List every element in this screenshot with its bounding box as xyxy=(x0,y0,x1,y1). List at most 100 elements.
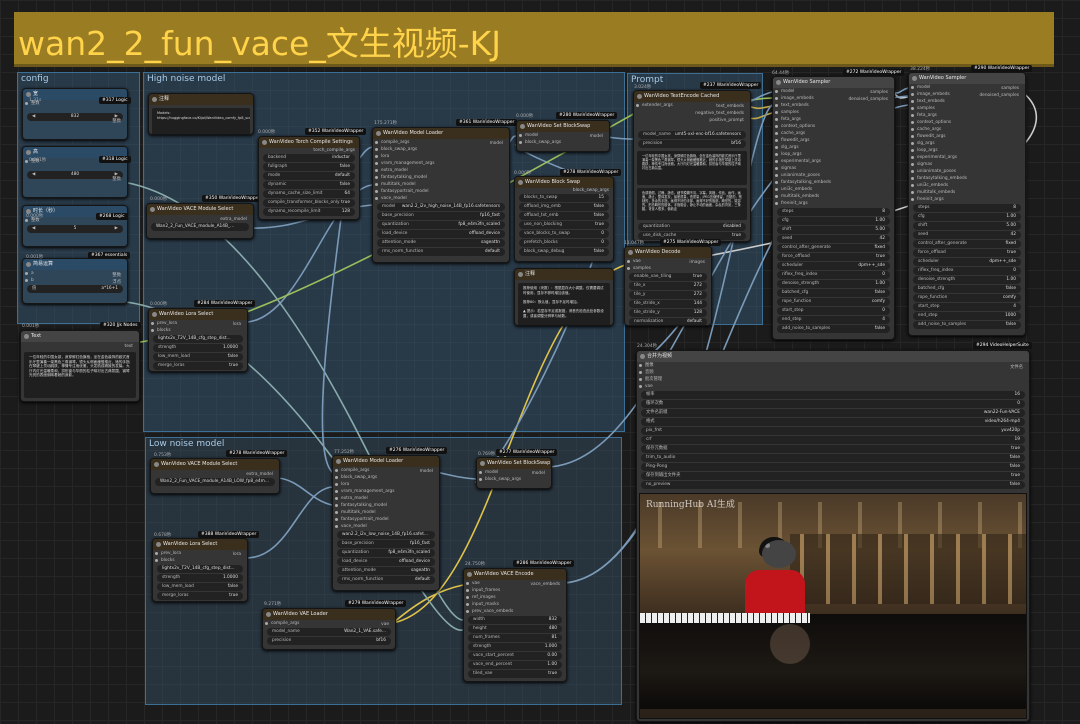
torch-dynamic[interactable]: dynamic false xyxy=(263,181,355,189)
param-trim-to-audio[interactable]: trim_to_audio false xyxy=(641,454,1025,462)
port-text-embeds[interactable]: text_embeds xyxy=(773,102,894,109)
port-input-masks[interactable]: input_masks xyxy=(464,601,566,608)
lora-lo-strength[interactable]: strength 1.0000 xyxy=(157,574,243,582)
port-image-embeds[interactable]: image_embeds xyxy=(909,91,1025,98)
setbs-lo-output[interactable]: model xyxy=(532,471,545,476)
port-freeinit-args[interactable]: freeinit_args xyxy=(773,200,894,207)
node-decode[interactable]: WanVideo Decode vae samples images enabl… xyxy=(624,246,712,326)
port-extra-model[interactable]: extra_model xyxy=(333,495,439,502)
port-model[interactable]: model xyxy=(773,88,894,95)
param-shift[interactable]: shift 5.00 xyxy=(777,226,890,234)
output-filenames[interactable]: 文件名 xyxy=(1010,364,1023,370)
height-value-field[interactable]: ◀ 480 ▶ xyxy=(27,171,123,179)
node-sampler-low[interactable]: WanVideo Sampler samples denoised_sample… xyxy=(908,72,1026,336)
port-sigmas[interactable]: sigmas xyxy=(909,161,1025,168)
param-帧率[interactable]: 帧率 16 xyxy=(641,391,1025,399)
port-fantasyportrait[interactable]: fantasyportrait_model xyxy=(333,516,439,523)
port-multitalk-embeds[interactable]: multitalk_embeds xyxy=(909,189,1025,196)
param-force-offload[interactable]: force_offload true xyxy=(913,249,1021,257)
node-note-blockswap[interactable]: 注释 推荐使用（块数）：根据显存大小调整。仅需要调试时使用，显存不够时增加该值。… xyxy=(514,268,614,326)
textenc-quant[interactable]: quantization disabled xyxy=(638,223,746,231)
port-samples[interactable]: samples xyxy=(625,265,711,272)
port-vram-args[interactable]: vram_management_args xyxy=(373,160,509,167)
lora-hi-file[interactable]: lightx2v_T2V_14B_cfg_step_dist... xyxy=(153,335,243,343)
port-block-swap-args[interactable]: block_swap_args xyxy=(373,146,509,153)
port-slg-args[interactable]: slg_args xyxy=(773,144,894,151)
port-images[interactable]: 图像 xyxy=(637,362,1029,369)
output-negative-embeds[interactable]: negative_text_embeds xyxy=(695,111,744,116)
port-context-options[interactable]: context_options xyxy=(909,119,1025,126)
param-end-step[interactable]: end_step 4 xyxy=(777,316,890,324)
port-experimental-args[interactable]: experimental_args xyxy=(773,158,894,165)
math-output-float[interactable]: 浮点 xyxy=(112,279,121,285)
loader-hi-model[interactable]: model wan2.2_i2v_high_noise_14B_fp16.safe… xyxy=(377,203,505,211)
port-loop-args[interactable]: loop_args xyxy=(909,147,1025,154)
node-text[interactable]: Text text 一位年轻的中国女孩，身穿鲜红色旗袍，坐在金色装饰的欧式音乐厅… xyxy=(20,330,140,402)
loader-lo-device[interactable]: load_device offload_device xyxy=(337,558,435,566)
note-models-body[interactable]: Models: https://huggingface.co/Kijai/Wan… xyxy=(152,108,250,134)
node-block-swap[interactable]: WanVideo Block Swap block_swap_args bloc… xyxy=(514,176,614,262)
node-simple-math[interactable]: 简易运算 a b 整数 浮点 值 a*16+1 xyxy=(22,258,128,304)
loader-lo-attn[interactable]: attention_mode sageattn xyxy=(337,567,435,575)
torch-cache-limit[interactable]: dynamo_cache_size_limit 64 xyxy=(263,190,355,198)
param-batched-cfg[interactable]: batched_cfg false xyxy=(777,289,890,297)
port-block-swap-args[interactable]: block_swap_args xyxy=(333,474,439,481)
port-lora[interactable]: lora xyxy=(373,153,509,160)
port-multitalk[interactable]: multitalk_model xyxy=(333,509,439,516)
torch-backend[interactable]: backend inductor xyxy=(263,154,355,162)
vace-blocks-to-swap[interactable]: vace_blocks_to_swap 0 xyxy=(519,230,609,238)
port-image-embeds[interactable]: image_embeds xyxy=(773,95,894,102)
port-cache-args[interactable]: cache_args xyxy=(909,126,1025,133)
node-text-encode[interactable]: WanVideo TextEncode Cached extender_args… xyxy=(633,90,751,242)
decode-stride-y[interactable]: tile_stride_y 128 xyxy=(629,309,707,317)
port-fantasytalking[interactable]: fantasytalking_model xyxy=(333,502,439,509)
loader-hi-rms[interactable]: rms_norm_function default xyxy=(377,248,505,256)
vace-lo-output[interactable]: extra_model xyxy=(246,472,273,477)
node-model-loader-high[interactable]: WanVideo Model Loader model compile_args… xyxy=(372,127,510,263)
node-height-logic[interactable]: 高 整数 整数 ◀ 480 ▶ xyxy=(22,146,128,198)
param-rope-function[interactable]: rope_function comfy xyxy=(913,294,1021,302)
param-control-after-generate[interactable]: control_after_generate fixed xyxy=(913,240,1021,248)
param-riflex-freq-index[interactable]: riflex_freq_index 0 xyxy=(913,267,1021,275)
text-output-label[interactable]: text xyxy=(125,344,133,349)
param-scheduler[interactable]: scheduler dpm++_sde xyxy=(913,258,1021,266)
param-文件名前缀[interactable]: 文件名前缀 wan22-Fun-VACE xyxy=(641,409,1025,417)
param-shift[interactable]: shift 5.00 xyxy=(913,222,1021,230)
note-blockswap-body[interactable]: 推荐使用（块数）：根据显存大小调整。仅需要调试时使用，显存不够时增加该值。 推荐… xyxy=(518,283,610,325)
math-output-int[interactable]: 整数 xyxy=(112,272,121,278)
node-note-models[interactable]: 注释 Models: https://huggingface.co/Kijai/… xyxy=(148,93,254,135)
param-denoise-strength[interactable]: denoise_strength 1.00 xyxy=(913,276,1021,284)
port-b[interactable]: b xyxy=(23,277,127,284)
vaceenc-frames[interactable]: num_frames 81 xyxy=(468,634,562,642)
port-slg-args[interactable]: slg_args xyxy=(909,140,1025,147)
param-start-step[interactable]: start_step 4 xyxy=(913,303,1021,311)
node-width-logic[interactable]: 宽 整数 整数 ◀ 832 ▶ xyxy=(22,88,128,140)
torch-output[interactable]: torch_compile_args xyxy=(259,148,355,153)
param-cfg[interactable]: cfg 1.00 xyxy=(777,217,890,225)
positive-prompt-field[interactable]: 一位年轻的中国女孩，身穿鲜红色旗袍，坐在金色装饰的欧式音乐厅里演奏一架黑色三角钢… xyxy=(637,151,747,185)
port-compile-args[interactable]: compile_args xyxy=(333,467,439,474)
port-samples[interactable]: samples xyxy=(773,109,894,116)
decode-normalization[interactable]: normalization default xyxy=(629,318,707,325)
node-vae-loader[interactable]: WanVideo VAE Loader compile_args vae mod… xyxy=(262,608,396,650)
node-vace-module-select-high[interactable]: WanVideo VACE Module Select extra_model … xyxy=(146,203,254,239)
param-control-after-generate[interactable]: control_after_generate fixed xyxy=(777,244,890,252)
torch-fullgraph[interactable]: fullgraph false xyxy=(263,163,355,171)
port-fantasytalking-embeds[interactable]: fantasytalking_embeds xyxy=(909,175,1025,182)
textenc-precision[interactable]: precision bf16 xyxy=(638,140,746,148)
port-input-frames[interactable]: input_frames xyxy=(464,587,566,594)
port-compile-args[interactable]: compile_args xyxy=(263,620,395,627)
node-lora-select-high[interactable]: WanVideo Lora Select prev_lora blocks lo… xyxy=(148,308,248,372)
param-denoise-strength[interactable]: denoise_strength 1.00 xyxy=(777,280,890,288)
loader-hi-attn[interactable]: attention_mode sageattn xyxy=(377,239,505,247)
vace-hi-output[interactable]: extra_model xyxy=(220,217,247,222)
node-set-blockswap-high[interactable]: WanVideo Set BlockSwap model block_swap_… xyxy=(516,120,610,152)
param-rope-function[interactable]: rope_function comfy xyxy=(777,298,890,306)
math-expression-field[interactable]: 值 a*16+1 xyxy=(27,285,123,293)
port-block-swap-args[interactable]: block_swap_args xyxy=(477,476,551,483)
port-vace-model[interactable]: vace_model xyxy=(373,195,509,202)
video-preview[interactable]: RunningHub AI生成 xyxy=(639,493,1027,719)
port-flowedit-args[interactable]: flowedit_args xyxy=(909,133,1025,140)
width-value-field[interactable]: ◀ 832 ▶ xyxy=(27,113,123,121)
port-vae[interactable]: vae xyxy=(464,580,566,587)
